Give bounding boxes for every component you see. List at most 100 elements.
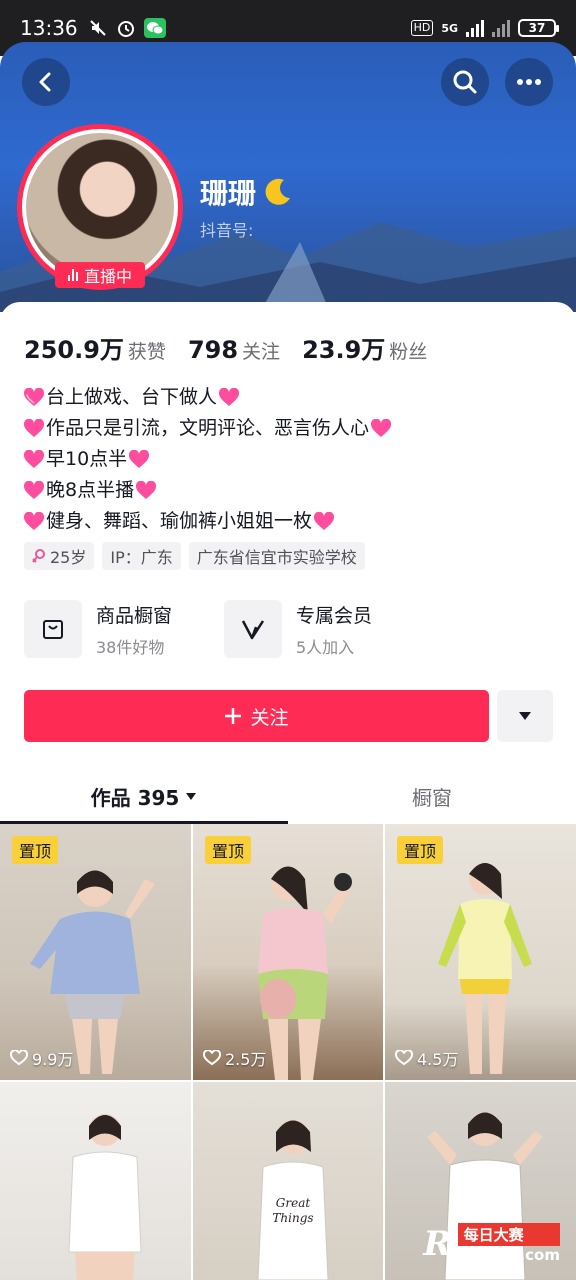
watermark-top: 每日大赛 bbox=[457, 1223, 560, 1246]
vip-entry[interactable]: 专属会员 5人加入 bbox=[224, 600, 372, 658]
stat-following[interactable]: 798 关注 bbox=[188, 336, 280, 364]
search-button[interactable] bbox=[441, 58, 489, 106]
signal-2-icon bbox=[492, 19, 510, 37]
like-count-value: 4.5万 bbox=[417, 1050, 459, 1069]
search-icon bbox=[453, 70, 477, 94]
mute-icon bbox=[89, 20, 106, 36]
like-count: 9.9万 bbox=[10, 1046, 73, 1070]
chevron-left-icon bbox=[39, 72, 51, 92]
bio-text: 作品只是引流，文明评论、恶言伤人心 bbox=[46, 417, 370, 439]
svg-text:Great: Great bbox=[276, 1196, 311, 1210]
heart-icon bbox=[23, 449, 45, 468]
heart-icon bbox=[23, 418, 45, 437]
stat-following-value: 798 bbox=[187, 336, 239, 364]
video-thumbnail[interactable]: 置顶 4.5万 bbox=[385, 824, 576, 1080]
stat-likes[interactable]: 250.9万 获赞 bbox=[24, 330, 166, 365]
triangle-down-icon bbox=[186, 793, 197, 800]
female-icon bbox=[32, 549, 45, 563]
svg-text:Things: Things bbox=[272, 1211, 313, 1225]
status-right: HD 5G 37 bbox=[410, 19, 559, 37]
tab-works[interactable]: 作品 395 bbox=[0, 782, 288, 824]
dancer-figure bbox=[438, 863, 532, 1074]
status-time: 13:36 bbox=[20, 16, 78, 40]
stat-followers-label: 粉丝 bbox=[389, 341, 428, 363]
heart-icon bbox=[371, 418, 392, 437]
tab-shop[interactable]: 橱窗 bbox=[288, 782, 576, 824]
heart-icon bbox=[314, 511, 335, 530]
video-thumbnail[interactable]: 置顶 2.5万 bbox=[193, 824, 383, 1080]
video-thumbnail[interactable]: 置顶 9.9万 bbox=[0, 824, 191, 1080]
more-button[interactable] bbox=[505, 58, 553, 106]
dancer-figure: Great Things bbox=[257, 1120, 329, 1280]
bio-text: 早10点半 bbox=[46, 448, 128, 470]
stat-followers[interactable]: 23.9万 粉丝 bbox=[302, 330, 427, 365]
live-badge[interactable]: 直播中 bbox=[55, 262, 145, 288]
follow-button[interactable]: 关注 bbox=[24, 690, 489, 742]
watermark-logo: R bbox=[423, 1223, 452, 1264]
moon-icon bbox=[265, 178, 291, 205]
dancer-figure bbox=[258, 866, 352, 1080]
pinned-badge: 置顶 bbox=[205, 836, 252, 864]
live-label: 直播中 bbox=[83, 267, 132, 286]
like-count: 2.5万 bbox=[203, 1046, 266, 1070]
bio-text: 晚8点半播 bbox=[46, 479, 135, 501]
bio-line: 健身、舞蹈、瑜伽裤小姐姐一枚 bbox=[22, 506, 552, 537]
pinned-badge: 置顶 bbox=[12, 836, 59, 864]
bio-line: 台上做戏、台下做人 bbox=[22, 382, 552, 413]
tab-works-label: 作品 395 bbox=[90, 786, 180, 810]
watermark-bottom: mrdsz4.com bbox=[457, 1246, 560, 1264]
tag-school[interactable]: 广东省信宜市实验学校 bbox=[188, 542, 365, 570]
tag-age: 25岁 bbox=[24, 542, 95, 570]
dancer-figure bbox=[68, 1114, 142, 1280]
triangle-down-icon bbox=[519, 712, 531, 720]
bio-text: 台上做戏、台下做人 bbox=[46, 386, 218, 408]
heart-icon bbox=[129, 449, 150, 468]
stat-following-label: 关注 bbox=[242, 341, 281, 363]
alarm-icon bbox=[117, 21, 134, 37]
watermark-text: 每日大赛 mrdsz4.com bbox=[457, 1223, 560, 1264]
heart-outline-icon bbox=[203, 1050, 221, 1066]
heart-outline-icon bbox=[395, 1050, 413, 1066]
stat-likes-value: 250.9万 bbox=[24, 336, 124, 364]
dancer-figure bbox=[30, 870, 155, 1074]
nickname: 珊珊 bbox=[200, 177, 257, 210]
vip-title: 专属会员 bbox=[296, 604, 373, 627]
avatar bbox=[26, 133, 174, 281]
back-button[interactable] bbox=[22, 58, 70, 106]
bio: 台上做戏、台下做人 作品只是引流，文明评论、恶言伤人心 早10点半 晚8点半播 … bbox=[22, 382, 552, 537]
stats-row: 250.9万 获赞 798 关注 23.9万 粉丝 bbox=[24, 330, 427, 365]
vip-icon bbox=[224, 600, 282, 658]
stat-likes-label: 获赞 bbox=[127, 341, 166, 363]
tag-age-label: 25岁 bbox=[50, 548, 87, 567]
bio-line: 早10点半 bbox=[22, 444, 552, 475]
shopping-bag-icon bbox=[24, 600, 82, 658]
pinned-badge: 置顶 bbox=[397, 836, 444, 864]
heart-icon bbox=[23, 480, 45, 499]
nickname-row: 珊珊 bbox=[200, 172, 294, 212]
video-thumbnail[interactable]: Great Things bbox=[193, 1082, 383, 1280]
signal-icon bbox=[466, 19, 484, 37]
recommend-dropdown-button[interactable] bbox=[497, 690, 553, 742]
profile-content: 250.9万 获赞 798 关注 23.9万 粉丝 台上做戏、台下做人 作品只是引流，… bbox=[0, 302, 576, 824]
live-bars-icon bbox=[67, 269, 78, 281]
heart-icon bbox=[219, 387, 240, 406]
like-count: 4.5万 bbox=[395, 1046, 458, 1070]
tag-ip: IP：广东 bbox=[102, 542, 181, 570]
like-count-value: 2.5万 bbox=[225, 1050, 267, 1069]
bio-line: 晚8点半播 bbox=[22, 475, 552, 506]
network-type: 5G bbox=[441, 21, 458, 35]
shop-window-sub: 38件好物 bbox=[96, 637, 165, 657]
video-thumbnail[interactable]: R 每日大赛 mrdsz4.com bbox=[385, 1082, 576, 1280]
video-thumbnail[interactable] bbox=[0, 1082, 191, 1280]
shop-window-title: 商品橱窗 bbox=[96, 604, 173, 627]
status-notification-icons bbox=[88, 18, 166, 38]
wechat-icon bbox=[143, 18, 166, 38]
battery-icon: 37 bbox=[518, 19, 559, 37]
shop-window-entry[interactable]: 商品橱窗 38件好物 bbox=[24, 600, 172, 658]
watermark: R 每日大赛 mrdsz4.com bbox=[423, 1223, 560, 1264]
hd-badge: HD bbox=[410, 20, 434, 36]
heart-icon bbox=[23, 511, 45, 530]
vip-sub: 5人加入 bbox=[296, 637, 355, 657]
bio-line: 作品只是引流，文明评论、恶言伤人心 bbox=[22, 413, 552, 444]
more-dots-icon bbox=[517, 79, 541, 85]
